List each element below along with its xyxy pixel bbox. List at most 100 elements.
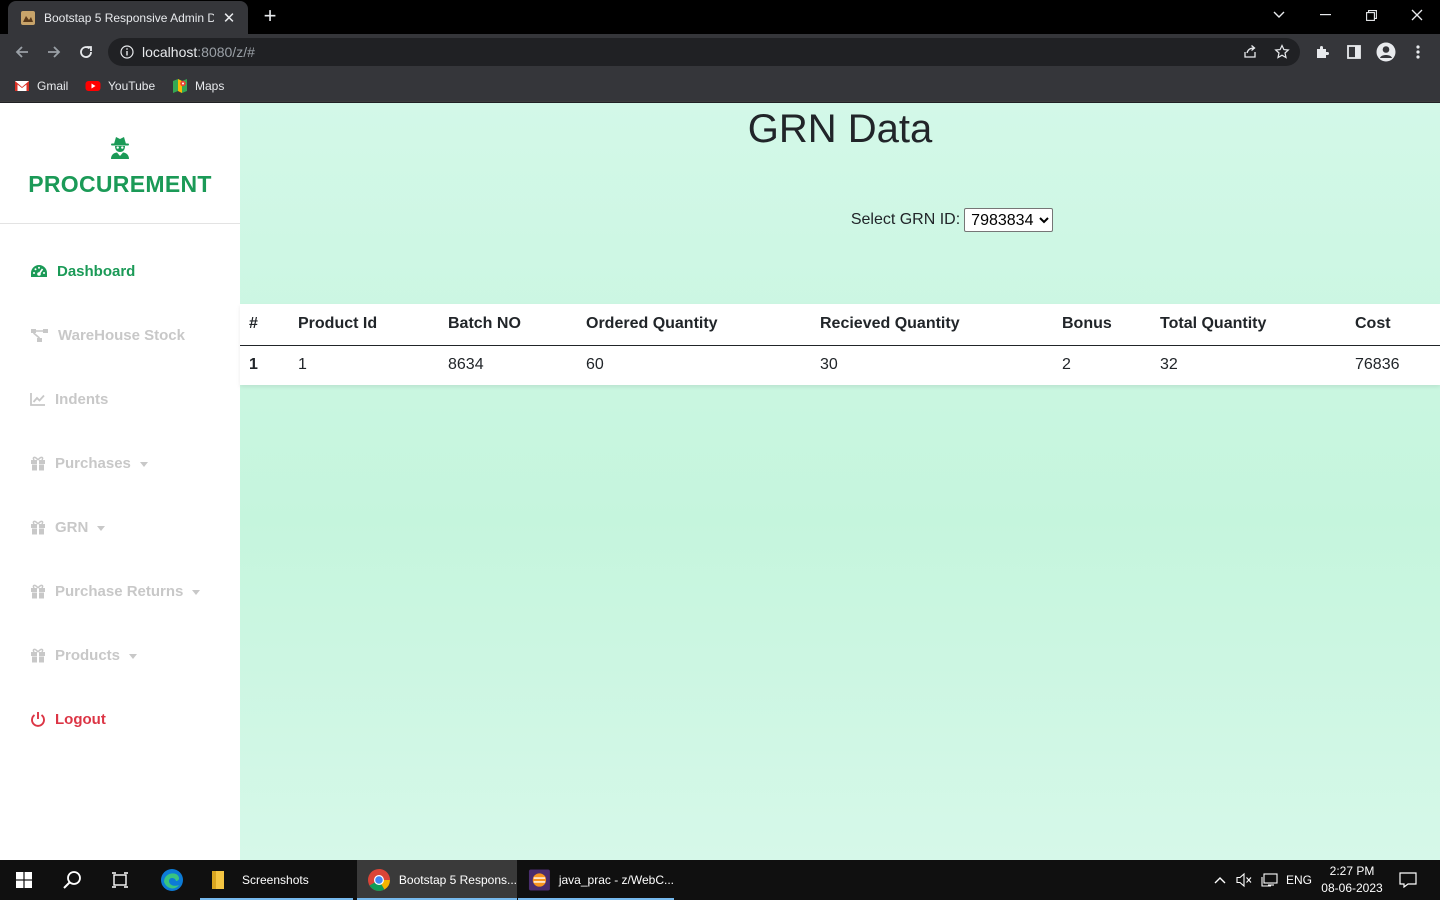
taskbar-app-screenshots[interactable]: Screenshots bbox=[200, 860, 353, 900]
taskbar-app-chrome[interactable]: Bootstap 5 Respons... bbox=[357, 860, 517, 900]
user-secret-icon bbox=[111, 136, 129, 159]
bookmark-youtube[interactable]: YouTube bbox=[85, 77, 155, 95]
main-content: GRN Data Select GRN ID: 7983834 # Produc… bbox=[240, 103, 1440, 860]
table-cell: 2 bbox=[1062, 356, 1071, 374]
tab-search-icon[interactable] bbox=[1256, 0, 1302, 30]
input-language[interactable]: ENG bbox=[1286, 860, 1312, 900]
windows-logo-icon bbox=[16, 872, 32, 888]
taskbar-app-eclipse[interactable]: java_prac - z/WebC... bbox=[518, 860, 674, 900]
browser-tab[interactable]: Bootstap 5 Responsive Admin Da ✕ bbox=[8, 1, 248, 34]
page-viewport: PROCUREMENT Dashboard WareHouse Stock In… bbox=[0, 103, 1440, 860]
brand: PROCUREMENT bbox=[0, 103, 240, 224]
browser-tabstrip: Bootstap 5 Responsive Admin Da ✕ + bbox=[0, 0, 1440, 34]
search-button[interactable] bbox=[48, 860, 96, 900]
search-icon bbox=[63, 871, 81, 889]
volume-muted-icon bbox=[1236, 872, 1252, 888]
tachometer-icon bbox=[31, 265, 47, 277]
table-cell: 1 bbox=[298, 356, 307, 374]
sidebar: PROCUREMENT Dashboard WareHouse Stock In… bbox=[0, 103, 240, 860]
show-hidden-icons-button[interactable] bbox=[1210, 860, 1230, 900]
sidebar-item-label: Indents bbox=[55, 390, 109, 408]
grn-select-label: Select GRN ID: bbox=[850, 211, 961, 228]
sidebar-item-warehouse-stock[interactable]: WareHouse Stock bbox=[0, 303, 240, 367]
table-header-row: # Product Id Batch NO Ordered Quantity R… bbox=[240, 304, 1440, 346]
youtube-icon bbox=[85, 81, 101, 91]
column-header: Total Quantity bbox=[1151, 304, 1346, 346]
minimize-icon[interactable] bbox=[1302, 0, 1348, 30]
share-icon[interactable] bbox=[1242, 44, 1258, 60]
chevron-down-icon bbox=[139, 461, 148, 467]
gift-icon bbox=[31, 648, 45, 662]
bookmark-maps[interactable]: Maps bbox=[172, 77, 224, 95]
notification-icon bbox=[1399, 872, 1417, 888]
bookmark-star-icon[interactable] bbox=[1274, 44, 1290, 60]
reload-icon[interactable] bbox=[74, 40, 98, 64]
profile-avatar-icon[interactable] bbox=[1374, 40, 1398, 64]
sidebar-item-logout[interactable]: Logout bbox=[0, 687, 240, 751]
chevron-down-icon bbox=[192, 589, 201, 595]
restore-icon[interactable] bbox=[1348, 0, 1394, 30]
network-button[interactable] bbox=[1259, 860, 1281, 900]
close-window-icon[interactable] bbox=[1394, 0, 1440, 30]
gift-icon bbox=[31, 520, 45, 534]
sidebar-nav: Dashboard WareHouse Stock Indents Purcha… bbox=[0, 239, 240, 751]
taskbar-app-label: Screenshots bbox=[242, 873, 309, 887]
browser-toolbar: localhost:8080/z/# bbox=[0, 34, 1440, 70]
sidebar-item-purchase-returns[interactable]: Purchase Returns bbox=[0, 559, 240, 623]
sidebar-item-grn[interactable]: GRN bbox=[0, 495, 240, 559]
sidebar-item-products[interactable]: Products bbox=[0, 623, 240, 687]
table-cell: 8634 bbox=[448, 356, 484, 374]
maps-icon bbox=[173, 79, 187, 93]
tab-title: Bootstap 5 Responsive Admin Da bbox=[44, 10, 214, 25]
browser-menu-icon[interactable] bbox=[1406, 40, 1430, 64]
column-header: Ordered Quantity bbox=[577, 304, 811, 346]
forward-arrow-icon[interactable] bbox=[42, 40, 66, 64]
sidebar-item-dashboard[interactable]: Dashboard bbox=[0, 239, 240, 303]
bookmark-label: YouTube bbox=[108, 79, 156, 93]
clock-date: 08-06-2023 bbox=[1321, 881, 1383, 895]
power-icon bbox=[31, 712, 45, 727]
task-view-button[interactable] bbox=[96, 860, 144, 900]
grn-id-select[interactable]: 7983834 bbox=[964, 208, 1054, 232]
column-header: Cost bbox=[1346, 304, 1440, 346]
sidebar-item-label: GRN bbox=[55, 518, 89, 536]
project-diagram-icon bbox=[31, 329, 48, 342]
edge-icon bbox=[161, 869, 183, 891]
sidebar-item-label: Purchases bbox=[55, 454, 131, 472]
table-cell: 60 bbox=[586, 356, 604, 374]
site-favicon-icon bbox=[21, 10, 35, 25]
chevron-up-icon bbox=[1214, 877, 1226, 884]
bookmark-gmail[interactable]: Gmail bbox=[14, 77, 68, 95]
taskbar-clock[interactable]: 2:27 PM 08-06-2023 bbox=[1318, 863, 1386, 897]
clock-time: 2:27 PM bbox=[1329, 864, 1375, 878]
new-tab-button[interactable]: + bbox=[258, 5, 282, 29]
address-bar[interactable]: localhost:8080/z/# bbox=[108, 38, 1300, 66]
volume-button[interactable] bbox=[1234, 860, 1254, 900]
start-button[interactable] bbox=[0, 860, 48, 900]
side-panel-icon[interactable] bbox=[1342, 40, 1366, 64]
edge-taskbar-button[interactable] bbox=[148, 860, 196, 900]
taskbar-app-label: java_prac - z/WebC... bbox=[558, 873, 674, 887]
close-tab-icon[interactable]: ✕ bbox=[220, 9, 238, 27]
column-header: Product Id bbox=[289, 304, 439, 346]
taskbar-app-label: Bootstap 5 Respons... bbox=[398, 873, 517, 887]
sidebar-item-label: WareHouse Stock bbox=[58, 326, 185, 344]
action-center-button[interactable] bbox=[1394, 860, 1422, 900]
eclipse-icon bbox=[528, 869, 550, 891]
sidebar-item-label: Logout bbox=[55, 710, 106, 728]
extensions-puzzle-icon[interactable] bbox=[1310, 40, 1334, 64]
gift-icon bbox=[31, 584, 45, 598]
sidebar-item-purchases[interactable]: Purchases bbox=[0, 431, 240, 495]
table-cell: 32 bbox=[1160, 356, 1178, 374]
grn-table: # Product Id Batch NO Ordered Quantity R… bbox=[240, 304, 1440, 385]
table-row: 1 1 8634 60 30 2 32 76836 bbox=[240, 345, 1440, 385]
network-icon bbox=[1261, 873, 1278, 887]
sidebar-item-indents[interactable]: Indents bbox=[0, 367, 240, 431]
column-header: Bonus bbox=[1053, 304, 1151, 346]
table-cell: 1 bbox=[249, 356, 258, 374]
chevron-down-icon bbox=[129, 653, 138, 659]
column-header: # bbox=[240, 304, 289, 346]
url-path: :8080/z/# bbox=[197, 44, 255, 60]
info-icon[interactable] bbox=[120, 45, 134, 59]
back-arrow-icon[interactable] bbox=[10, 40, 34, 64]
